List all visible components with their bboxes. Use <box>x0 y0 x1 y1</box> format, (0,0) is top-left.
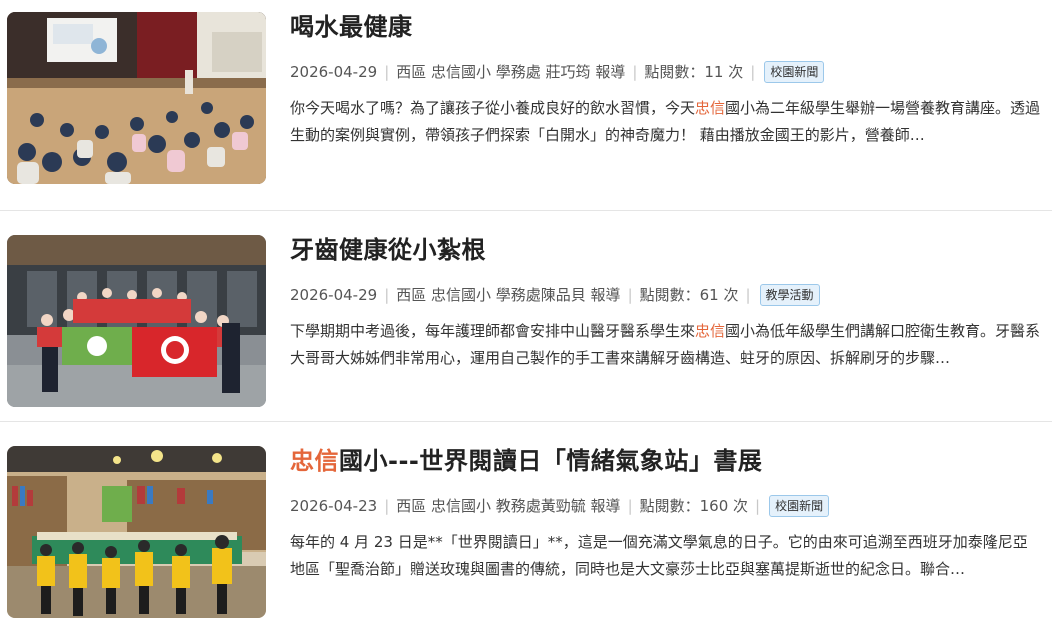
excerpt-text: 你今天喝水了嗎？為了讓孩子從小養成良好的飲水習慣，今天 <box>290 99 696 117</box>
news-thumbnail[interactable] <box>7 446 266 618</box>
meta-divider: | <box>384 286 390 304</box>
title-text: 喝水最健康 <box>290 13 413 41</box>
news-byline: 西區 忠信國小 學務處陳品貝 報導 <box>396 286 621 304</box>
meta-divider: | <box>627 286 633 304</box>
excerpt-highlight: 忠信 <box>695 99 726 117</box>
news-meta: 2026-04-29 | 西區 忠信國小 學務處陳品貝 報導 | 點閱數：61 … <box>290 284 1042 306</box>
news-list: 喝水最健康 2026-04-29 | 西區 忠信國小 學務處 莊巧筠 報導 | … <box>0 0 1052 633</box>
title-text: 牙齒健康從小紮根 <box>290 236 486 264</box>
excerpt-text: 每年的 4 月 23 日是**「世界閱讀日」**，這是一個充滿文學氣息的日子。它… <box>290 533 1028 578</box>
library-book-exhibition-image <box>7 446 266 618</box>
meta-divider: | <box>755 497 761 515</box>
news-excerpt: 你今天喝水了嗎？為了讓孩子從小養成良好的飲水習慣，今天忠信國小為二年級學生舉辦一… <box>290 95 1042 149</box>
view-count: 點閱數：61 次 <box>639 286 739 304</box>
excerpt-text: 下學期期中考過後，每年護理師都會安排中山醫牙醫系學生來 <box>290 322 696 340</box>
category-badge[interactable]: 教學活動 <box>759 284 820 306</box>
news-byline: 西區 忠信國小 學務處 莊巧筠 報導 <box>396 63 626 81</box>
news-excerpt: 每年的 4 月 23 日是**「世界閱讀日」**，這是一個充滿文學氣息的日子。它… <box>290 529 1042 583</box>
news-title[interactable]: 喝水最健康 <box>290 11 1042 43</box>
view-count: 點閱數：11 次 <box>644 63 744 81</box>
news-item[interactable]: 喝水最健康 2026-04-29 | 西區 忠信國小 學務處 莊巧筠 報導 | … <box>0 0 1052 211</box>
meta-divider: | <box>745 286 751 304</box>
meta-divider: | <box>384 63 390 81</box>
news-date: 2026-04-29 <box>290 63 378 81</box>
news-excerpt: 下學期期中考過後，每年護理師都會安排中山醫牙醫系學生來忠信國小為低年級學生們講解… <box>290 318 1042 372</box>
students-in-auditorium-image <box>7 12 266 184</box>
news-date: 2026-04-29 <box>290 286 378 304</box>
title-text: 國小---世界閱讀日「情緒氣象站」書展 <box>339 447 763 475</box>
category-badge[interactable]: 校園新聞 <box>769 495 830 517</box>
news-item[interactable]: 牙齒健康從小紮根 2026-04-29 | 西區 忠信國小 學務處陳品貝 報導 … <box>0 211 1052 422</box>
news-item[interactable]: 忠信國小---世界閱讀日「情緒氣象站」書展 2026-04-23 | 西區 忠信… <box>0 422 1052 633</box>
news-date: 2026-04-23 <box>290 497 378 515</box>
news-title[interactable]: 忠信國小---世界閱讀日「情緒氣象站」書展 <box>290 445 1042 477</box>
dental-students-group-image <box>7 235 266 407</box>
meta-divider: | <box>627 497 633 515</box>
news-thumbnail[interactable] <box>7 235 266 407</box>
news-meta: 2026-04-23 | 西區 忠信國小 教務處黃勁毓 報導 | 點閱數：160… <box>290 495 1042 517</box>
news-byline: 西區 忠信國小 教務處黃勁毓 報導 <box>396 497 621 515</box>
title-highlight: 忠信 <box>290 447 339 475</box>
category-badge[interactable]: 校園新聞 <box>764 61 825 83</box>
news-title[interactable]: 牙齒健康從小紮根 <box>290 234 1042 266</box>
meta-divider: | <box>632 63 638 81</box>
meta-divider: | <box>384 497 390 515</box>
news-meta: 2026-04-29 | 西區 忠信國小 學務處 莊巧筠 報導 | 點閱數：11… <box>290 61 1042 83</box>
news-thumbnail[interactable] <box>7 12 266 184</box>
meta-divider: | <box>750 63 756 81</box>
excerpt-highlight: 忠信 <box>695 322 726 340</box>
view-count: 點閱數：160 次 <box>639 497 749 515</box>
